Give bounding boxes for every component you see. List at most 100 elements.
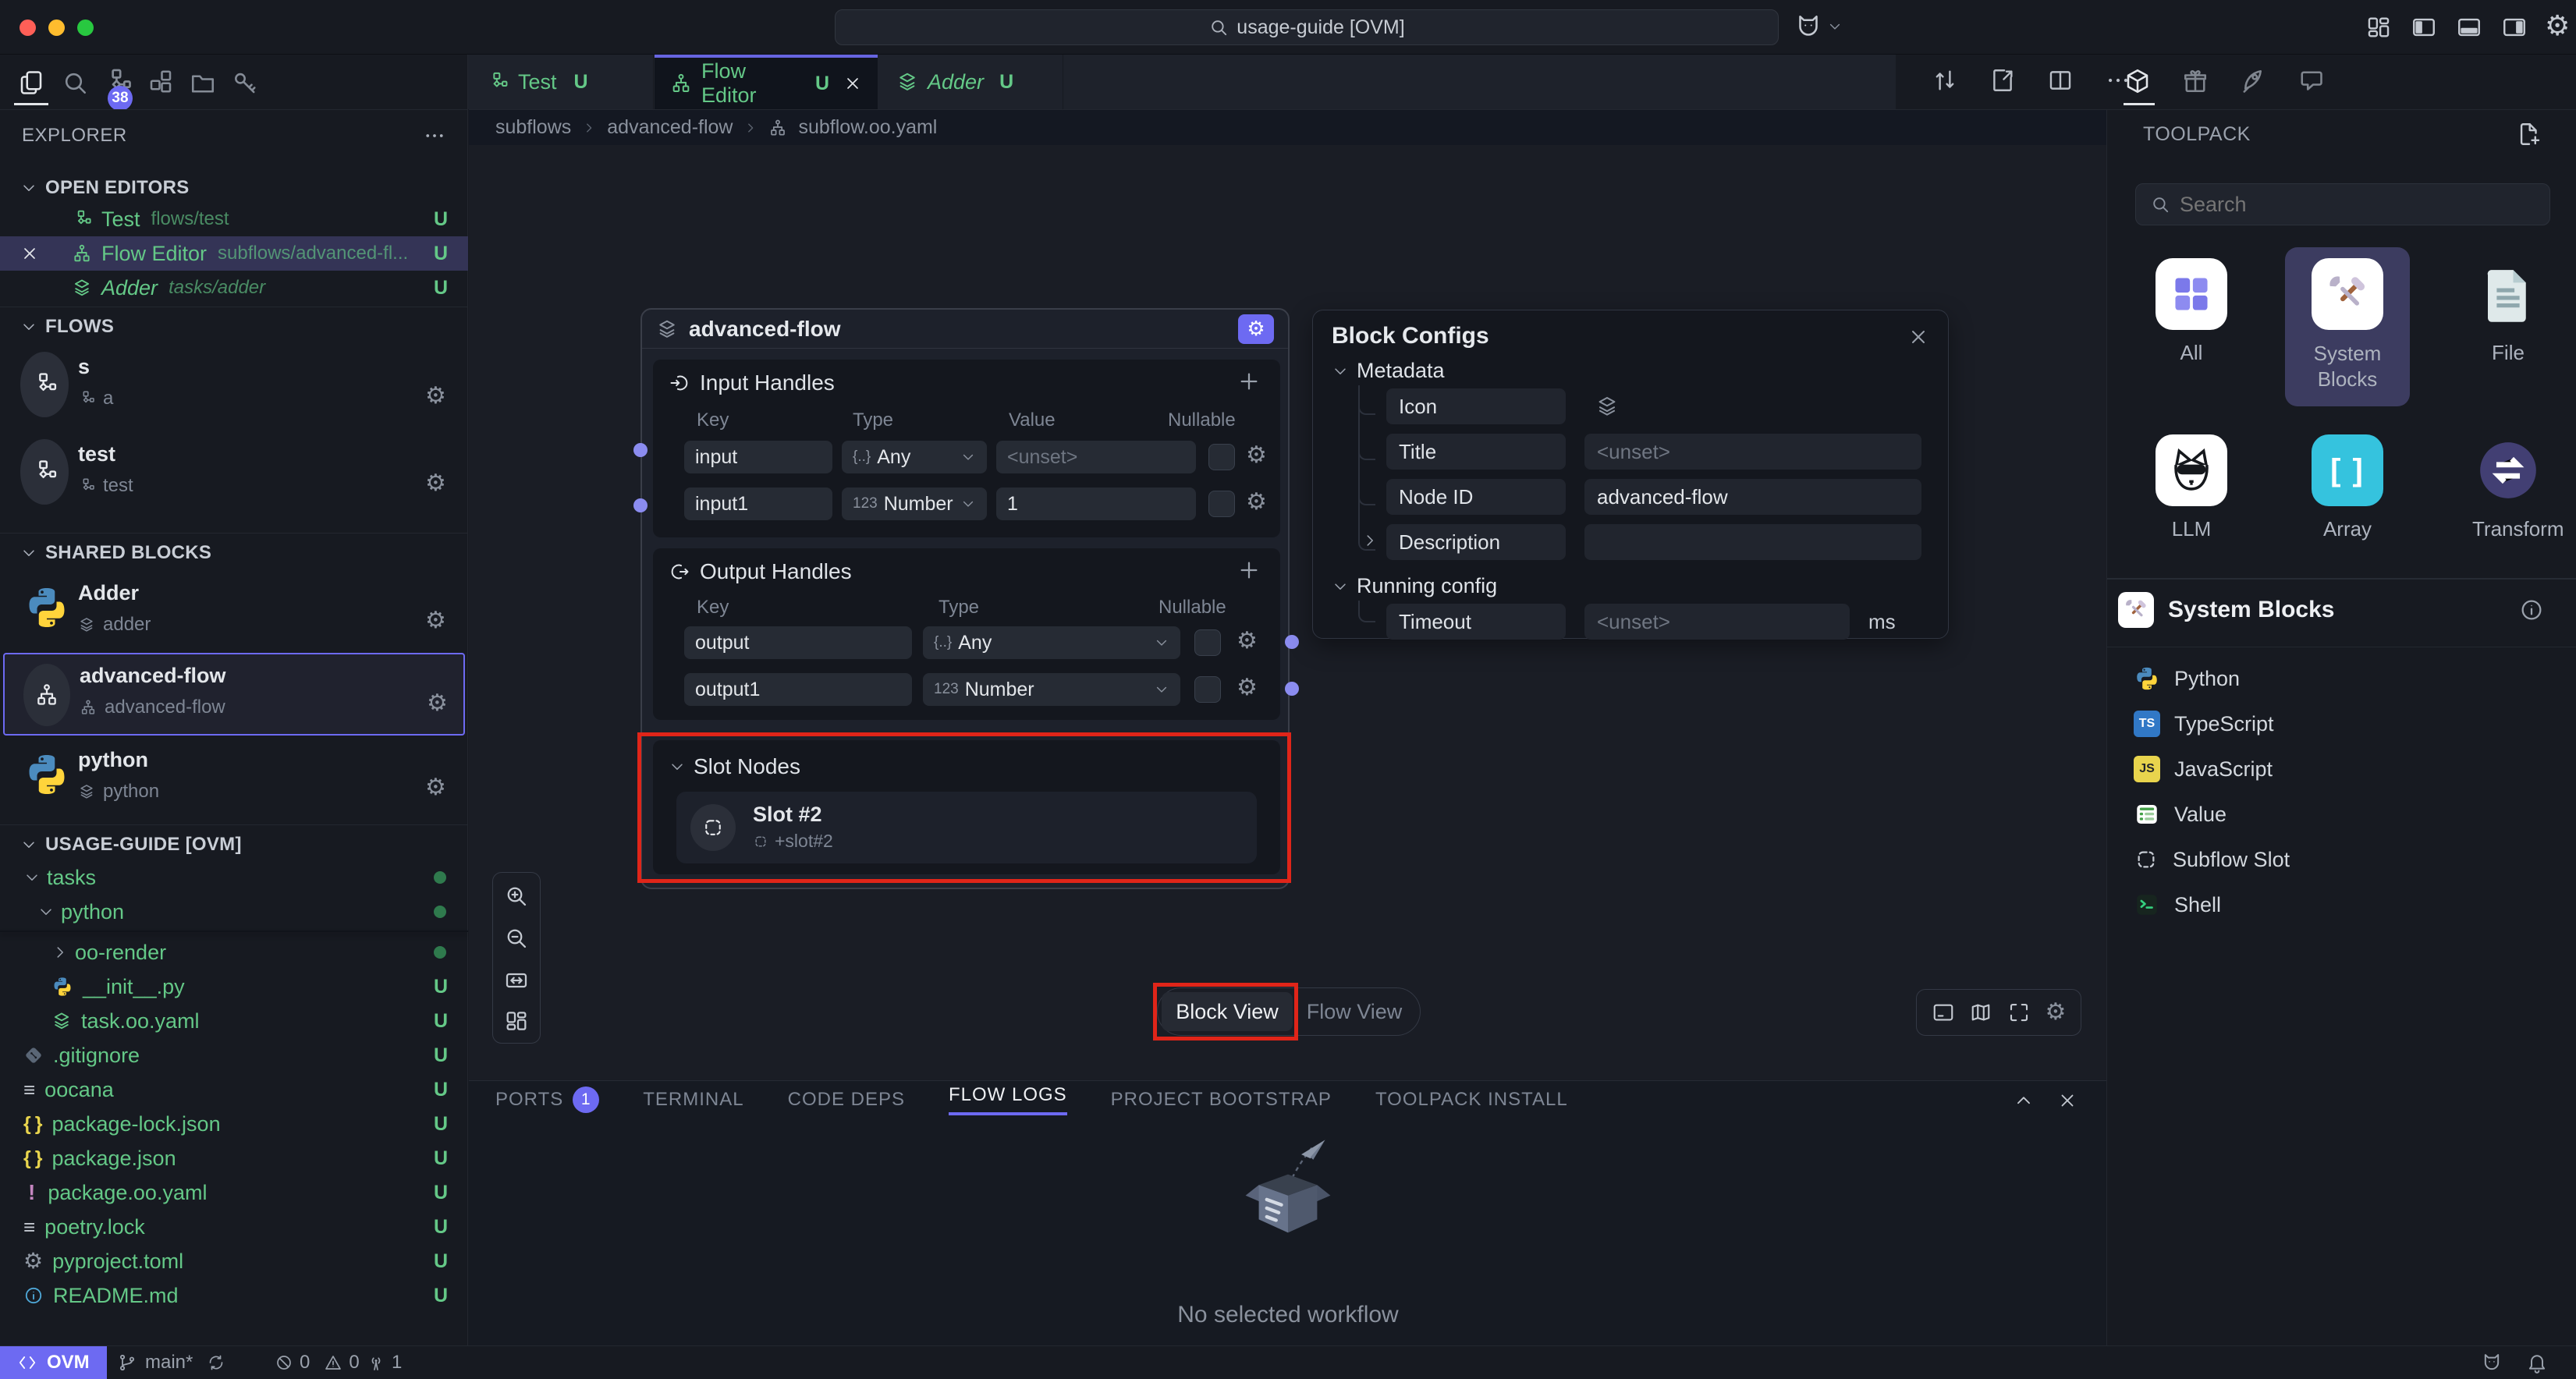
output-nullable-checkbox[interactable]	[1194, 629, 1221, 656]
section-shared-blocks[interactable]: SHARED BLOCKS	[0, 537, 468, 569]
description-field-label[interactable]: Description	[1386, 524, 1566, 560]
feedback-tab-icon[interactable]	[2297, 67, 2325, 95]
close-icon[interactable]	[20, 244, 51, 263]
description-expand-chevron[interactable]	[1361, 532, 1378, 549]
tree-file-pyproject[interactable]: pyproject.toml U	[0, 1244, 468, 1278]
notifications-bell-icon[interactable]	[2526, 1352, 2548, 1374]
output-type-select[interactable]: {..} Any	[923, 626, 1180, 659]
panel-tab-project-bootstrap[interactable]: PROJECT BOOTSTRAP	[1111, 1089, 1332, 1111]
title-field-input[interactable]: <unset>	[1584, 434, 1921, 470]
assistant-cat-icon[interactable]	[2481, 1352, 2503, 1374]
close-icon[interactable]	[843, 74, 862, 93]
node-id-field-input[interactable]: advanced-flow	[1584, 479, 1921, 515]
icon-field-label[interactable]: Icon	[1386, 388, 1566, 424]
output-type-select[interactable]: 123 Number	[923, 673, 1180, 706]
output-key-field[interactable]: output	[684, 626, 912, 659]
block-item-typescript[interactable]: TypeScript	[2107, 701, 2576, 746]
input-value-field[interactable]: <unset>	[996, 441, 1196, 473]
breadcrumb-flow[interactable]: advanced-flow	[607, 116, 733, 139]
add-output-button[interactable]	[1237, 558, 1261, 583]
gift-tab-icon[interactable]	[2181, 67, 2209, 95]
item-settings-button[interactable]	[427, 692, 448, 715]
command-center[interactable]: usage-guide [OVM]	[835, 9, 1779, 45]
description-field-input[interactable]	[1584, 524, 1921, 560]
node-header[interactable]: advanced-flow	[642, 310, 1288, 349]
fullscreen-icon[interactable]	[2007, 1001, 2031, 1024]
item-settings-button[interactable]	[425, 472, 446, 495]
traffic-zoom-button[interactable]	[77, 19, 94, 36]
flow-list-item[interactable]: s a	[0, 344, 468, 425]
block-item-javascript[interactable]: JavaScript	[2107, 746, 2576, 792]
sync-icon[interactable]	[207, 1353, 225, 1372]
add-input-button[interactable]	[1237, 369, 1261, 394]
block-item-python[interactable]: Python	[2107, 656, 2576, 701]
shared-block-item-selected[interactable]: advanced-flow advanced-flow	[3, 653, 465, 736]
tree-file-readme[interactable]: README.md U	[0, 1278, 468, 1313]
item-settings-button[interactable]	[425, 385, 446, 408]
tab-test[interactable]: Test U	[468, 55, 654, 109]
input-nullable-checkbox[interactable]	[1208, 444, 1235, 470]
toggle-panel-button[interactable]	[2456, 14, 2482, 41]
zoom-out-icon[interactable]	[504, 926, 529, 951]
folder-activity-icon[interactable]	[189, 69, 217, 97]
input-row-settings[interactable]	[1246, 491, 1267, 514]
input-key-field[interactable]: input1	[684, 487, 832, 520]
account-menu[interactable]	[1794, 12, 1843, 41]
tree-file-gitignore[interactable]: .gitignore U	[0, 1038, 468, 1072]
block-item-value[interactable]: Value	[2107, 792, 2576, 837]
metadata-group-header[interactable]: Metadata	[1332, 359, 1445, 383]
tab-flow-editor[interactable]: Flow Editor U	[655, 55, 878, 109]
breadcrumb-file[interactable]: subflow.oo.yaml	[798, 116, 937, 139]
zoom-in-icon[interactable]	[504, 884, 529, 909]
flow-canvas[interactable]: advanced-flow Input Handles Key Type Val…	[469, 145, 2106, 1080]
category-array[interactable]: Array	[2312, 434, 2383, 541]
title-field-label[interactable]: Title	[1386, 434, 1566, 470]
category-llm[interactable]: LLM	[2156, 434, 2227, 541]
toggle-sidebar-button[interactable]	[2411, 14, 2437, 41]
search-activity-icon[interactable]	[61, 69, 89, 97]
compare-changes-icon[interactable]	[1932, 67, 1958, 94]
timeout-field-label[interactable]: Timeout	[1386, 604, 1566, 640]
output-row-settings[interactable]	[1237, 629, 1258, 653]
input-row-settings[interactable]	[1246, 444, 1267, 467]
toggle-secondary-sidebar-button[interactable]	[2501, 14, 2528, 41]
input-key-field[interactable]: input	[684, 441, 832, 473]
minimap-icon[interactable]	[1969, 1001, 1992, 1024]
rocket-tab-icon[interactable]	[2239, 67, 2267, 95]
tree-file-task-yaml[interactable]: task.oo.yaml U	[0, 1004, 468, 1038]
section-flows[interactable]: FLOWS	[0, 311, 468, 342]
input-value-field[interactable]: 1	[996, 487, 1196, 520]
input-handle-dot[interactable]	[633, 498, 648, 512]
fit-view-icon[interactable]	[504, 968, 529, 993]
block-item-subflow-slot[interactable]: Subflow Slot	[2107, 837, 2576, 882]
panel-tab-code-deps[interactable]: CODE DEPS	[788, 1089, 905, 1111]
toolpack-search[interactable]	[2135, 183, 2550, 225]
open-editor-item[interactable]: Adder tasks/adder U	[0, 271, 468, 305]
item-settings-button[interactable]	[425, 609, 446, 633]
tree-file-poetry-lock[interactable]: ≡ poetry.lock U	[0, 1210, 468, 1244]
icon-value[interactable]	[1595, 395, 1619, 418]
toolpack-tab-icon[interactable]	[2124, 67, 2152, 95]
output-handle-dot[interactable]	[1285, 635, 1299, 649]
output-row-settings[interactable]	[1237, 676, 1258, 700]
tree-folder-python[interactable]: python	[0, 895, 468, 929]
output-key-field[interactable]: output1	[684, 673, 912, 706]
input-type-select[interactable]: 123 Number	[842, 487, 987, 520]
input-type-select[interactable]: {..} Any	[842, 441, 987, 473]
panel-tab-terminal[interactable]: TERMINAL	[643, 1089, 743, 1111]
traffic-close-button[interactable]	[20, 19, 36, 36]
export-file-icon[interactable]	[1989, 67, 2016, 94]
split-editor-icon[interactable]	[2047, 67, 2074, 94]
blocks-activity-icon[interactable]	[147, 69, 175, 97]
layout-grid-button[interactable]	[2365, 14, 2392, 41]
flow-list-item[interactable]: test test	[0, 431, 468, 512]
close-icon[interactable]	[1907, 326, 1929, 348]
breadcrumb-subflows[interactable]: subflows	[495, 116, 571, 139]
info-icon[interactable]	[2519, 597, 2544, 622]
item-settings-button[interactable]	[425, 776, 446, 799]
category-transform[interactable]: Transform	[2472, 434, 2544, 541]
secrets-activity-icon[interactable]	[231, 69, 259, 97]
open-editor-item-selected[interactable]: Flow Editor subflows/advanced-fl... U	[0, 236, 468, 271]
auto-layout-icon[interactable]	[504, 1009, 529, 1033]
panel-tab-toolpack-install[interactable]: TOOLPACK INSTALL	[1375, 1089, 1568, 1111]
